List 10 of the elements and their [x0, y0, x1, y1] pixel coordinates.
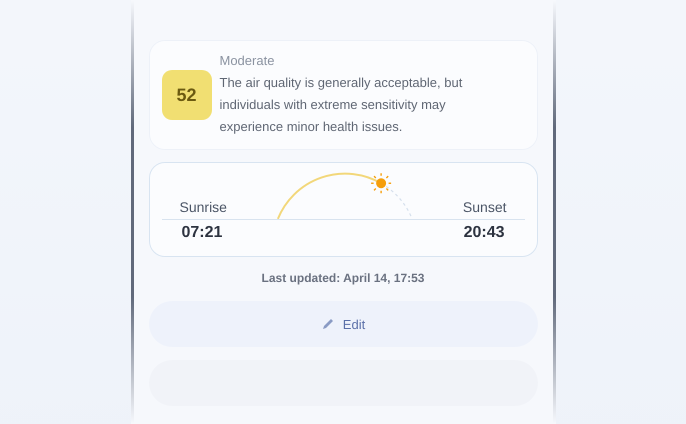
aqi-category: Moderate — [220, 52, 276, 68]
sunset-label: Sunset — [462, 199, 506, 215]
aqi-description: The air quality is generally acceptable, but individuals with extreme sensitivity may experience minor health issues. — [220, 74, 464, 136]
edit-button[interactable]: Edit — [148, 301, 538, 347]
last-updated-text: Last updated: April 14, 17:53 — [260, 271, 426, 285]
sunset-time: 20:43 — [464, 224, 504, 242]
sunrise-label: Sunrise — [180, 199, 227, 215]
pencil-icon — [320, 317, 335, 331]
aqi-badge: 52 — [162, 70, 212, 120]
sunrise-time: 07:21 — [182, 224, 222, 242]
